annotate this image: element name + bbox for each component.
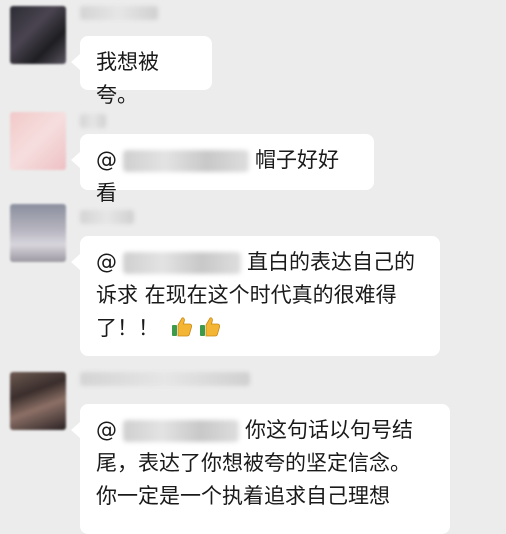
avatar[interactable] — [10, 6, 66, 64]
message-text-line2: 尾，表达了你想被夸的坚定信念。 — [96, 451, 411, 475]
message-bubble[interactable]: 我想被夸。 — [71, 36, 212, 107]
thumbs-up-icon — [171, 317, 192, 337]
avatar[interactable] — [10, 372, 66, 430]
mention-at: @ — [96, 418, 117, 442]
mention-name — [123, 252, 241, 274]
message-line: 了！！ — [96, 312, 424, 345]
thumbs-up-icon — [199, 317, 220, 337]
message-bubble[interactable]: @ 帽子好好看 — [71, 134, 374, 205]
message-line: @ 直白的表达自己的 — [96, 246, 424, 279]
message-text-line1: 你这句话以句号结 — [245, 418, 413, 442]
sender-name — [80, 6, 158, 20]
message-text-line3: 了！！ — [96, 316, 159, 340]
message-text-line3: 你一定是一个执着追求自己理想 — [96, 484, 390, 508]
message-bubble[interactable]: @ 你这句话以句号结 尾，表达了你想被夸的坚定信念。 你一定是一个执着追求自己理想 — [71, 404, 450, 534]
sender-name — [80, 114, 106, 128]
message-bubble[interactable]: @ 直白的表达自己的 诉求 在现在这个时代真的很难得 了！！ — [71, 236, 440, 356]
mention-at: @ — [96, 250, 117, 274]
sender-name — [80, 372, 250, 386]
mention-at: @ — [96, 148, 117, 172]
mention-name — [123, 420, 239, 442]
mention-name — [123, 150, 249, 172]
message-text-line2: 诉求 在现在这个时代真的很难得 — [96, 283, 397, 307]
message-line: @ 你这句话以句号结 — [96, 414, 434, 447]
sender-name — [80, 210, 134, 224]
avatar[interactable] — [10, 112, 66, 170]
message-text-line1: 直白的表达自己的 — [247, 250, 415, 274]
avatar[interactable] — [10, 204, 66, 262]
message-text: 我想被夸。 — [96, 50, 159, 107]
